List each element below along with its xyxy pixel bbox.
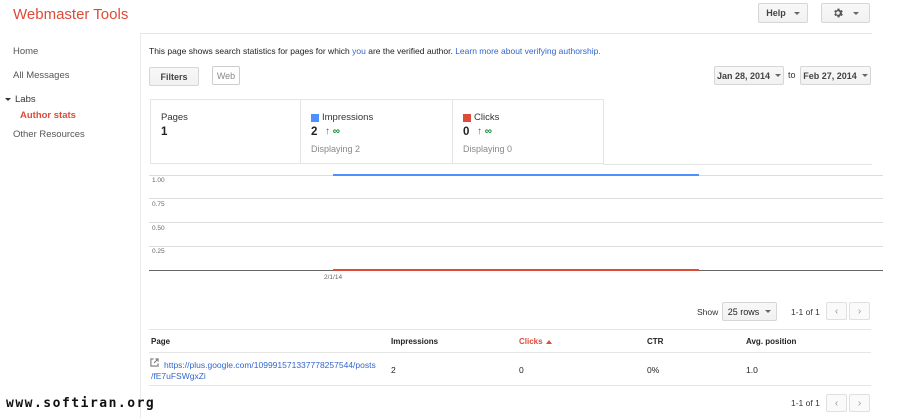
page-range-bottom: 1-1 of 1 <box>791 398 820 408</box>
impressions-label-row: Impressions <box>311 112 373 123</box>
sidebar-item-other-resources[interactable]: Other Resources <box>13 129 85 140</box>
cell-ctr: 0% <box>647 365 660 375</box>
column-header-impressions[interactable]: Impressions <box>391 337 438 346</box>
settings-button[interactable] <box>821 3 870 23</box>
sidebar-item-author-stats[interactable]: Author stats <box>20 110 76 121</box>
chevron-right-icon: › <box>857 397 862 409</box>
intro-text: This page shows search statistics for pa… <box>149 46 601 56</box>
gridline <box>149 246 883 247</box>
column-header-page[interactable]: Page <box>151 337 170 346</box>
watermark-text: www.softiran.org <box>6 396 156 411</box>
chevron-down-icon <box>853 11 859 15</box>
gridline <box>149 222 883 223</box>
y-tick-label: 0.75 <box>152 201 165 208</box>
column-header-clicks-label: Clicks <box>519 337 543 346</box>
clicks-label: Clicks <box>474 112 500 123</box>
up-arrow-icon: ↑ <box>477 126 482 137</box>
impressions-value: 2 <box>311 126 318 138</box>
sidebar-item-all-messages[interactable]: All Messages <box>13 70 70 81</box>
sidebar-item-home[interactable]: Home <box>13 46 38 57</box>
impressions-series-line <box>333 174 699 176</box>
date-from-dropdown[interactable]: Jan 28, 2014 <box>714 66 784 85</box>
prev-page-button-bottom[interactable]: ‹ <box>826 394 847 412</box>
cell-impressions: 2 <box>391 365 396 375</box>
summary-divider <box>603 164 872 165</box>
impressions-trend: ↑ ∞ <box>325 126 340 137</box>
y-tick-label: 0.25 <box>152 248 165 255</box>
date-to-label: to <box>788 70 796 80</box>
table-top-rule <box>149 329 871 330</box>
pages-value: 1 <box>161 126 168 138</box>
table-header-rule <box>149 352 871 353</box>
sidebar-divider <box>140 34 141 418</box>
next-page-button[interactable]: › <box>849 302 870 320</box>
web-filter-chip[interactable]: Web <box>212 66 240 85</box>
help-button[interactable]: Help <box>758 3 808 23</box>
sidebar-item-labs-label: Labs <box>15 94 36 105</box>
prev-page-button[interactable]: ‹ <box>826 302 847 320</box>
impressions-label: Impressions <box>322 112 374 123</box>
column-header-clicks[interactable]: Clicks <box>519 337 552 346</box>
column-header-avg-position[interactable]: Avg. position <box>746 337 796 346</box>
chevron-left-icon: ‹ <box>834 305 839 317</box>
pages-label: Pages <box>161 112 188 123</box>
rows-per-page-select[interactable]: 25 rows <box>722 302 777 321</box>
intro-text-after: are the verified author. <box>365 46 456 56</box>
chevron-down-icon <box>765 310 772 313</box>
header-divider <box>140 33 872 34</box>
table-bottom-rule <box>149 385 871 386</box>
impressions-trend-value: ∞ <box>332 126 340 137</box>
sort-ascending-icon <box>545 339 552 344</box>
chevron-down-icon <box>861 74 868 77</box>
x-tick-label: 2/1/14 <box>324 274 343 281</box>
clicks-swatch-icon <box>463 113 471 122</box>
summary-clicks[interactable]: Clicks 0 ↑ ∞ Displaying 0 <box>453 99 604 164</box>
summary-impressions[interactable]: Impressions 2 ↑ ∞ Displaying 2 <box>301 99 453 164</box>
summary-pages: Pages 1 <box>150 99 301 164</box>
column-header-ctr[interactable]: CTR <box>647 337 663 346</box>
clicks-trend-value: ∞ <box>484 126 492 137</box>
clicks-trend: ↑ ∞ <box>477 126 492 137</box>
impressions-swatch-icon <box>311 113 319 122</box>
intro-text-before: This page shows search statistics for pa… <box>149 46 353 56</box>
help-label: Help <box>766 8 786 18</box>
clicks-value: 0 <box>463 126 470 138</box>
app-title[interactable]: Webmaster Tools <box>13 6 128 23</box>
show-label: Show <box>697 307 719 317</box>
chevron-right-icon: › <box>857 305 862 317</box>
sidebar-item-labs[interactable]: Labs <box>5 94 36 105</box>
date-from-value: Jan 28, 2014 <box>716 70 771 81</box>
cell-clicks: 0 <box>519 365 524 375</box>
clicks-label-row: Clicks <box>463 112 499 123</box>
clicks-displaying: Displaying 0 <box>463 144 513 154</box>
impressions-displaying: Displaying 2 <box>311 144 361 154</box>
page-url-link-continued[interactable]: /fE7uFSWgxZi <box>151 371 206 381</box>
y-tick-label: 0.50 <box>152 225 165 232</box>
learn-more-link[interactable]: Learn more about verifying authorship. <box>455 46 601 56</box>
chevron-down-icon <box>793 11 800 15</box>
rows-per-page-value: 25 rows <box>727 306 760 317</box>
up-arrow-icon: ↑ <box>325 126 330 137</box>
expand-triangle-icon <box>5 98 11 101</box>
cell-avg-position: 1.0 <box>746 365 758 375</box>
you-link[interactable]: you <box>352 46 366 56</box>
filters-button[interactable]: Filters <box>149 67 199 86</box>
external-link-icon[interactable] <box>150 358 159 367</box>
gear-icon <box>834 8 843 18</box>
date-to-dropdown[interactable]: Feb 27, 2014 <box>800 66 871 85</box>
chevron-left-icon: ‹ <box>834 397 839 409</box>
clicks-series-line <box>333 269 699 271</box>
page-url-link[interactable]: https://plus.google.com/1099915713377782… <box>164 360 376 370</box>
y-tick-label: 1.00 <box>152 177 165 184</box>
date-to-value: Feb 27, 2014 <box>803 70 857 81</box>
gridline <box>149 198 883 199</box>
chevron-down-icon <box>775 74 782 77</box>
page-range: 1-1 of 1 <box>791 307 820 317</box>
next-page-button-bottom[interactable]: › <box>849 394 870 412</box>
